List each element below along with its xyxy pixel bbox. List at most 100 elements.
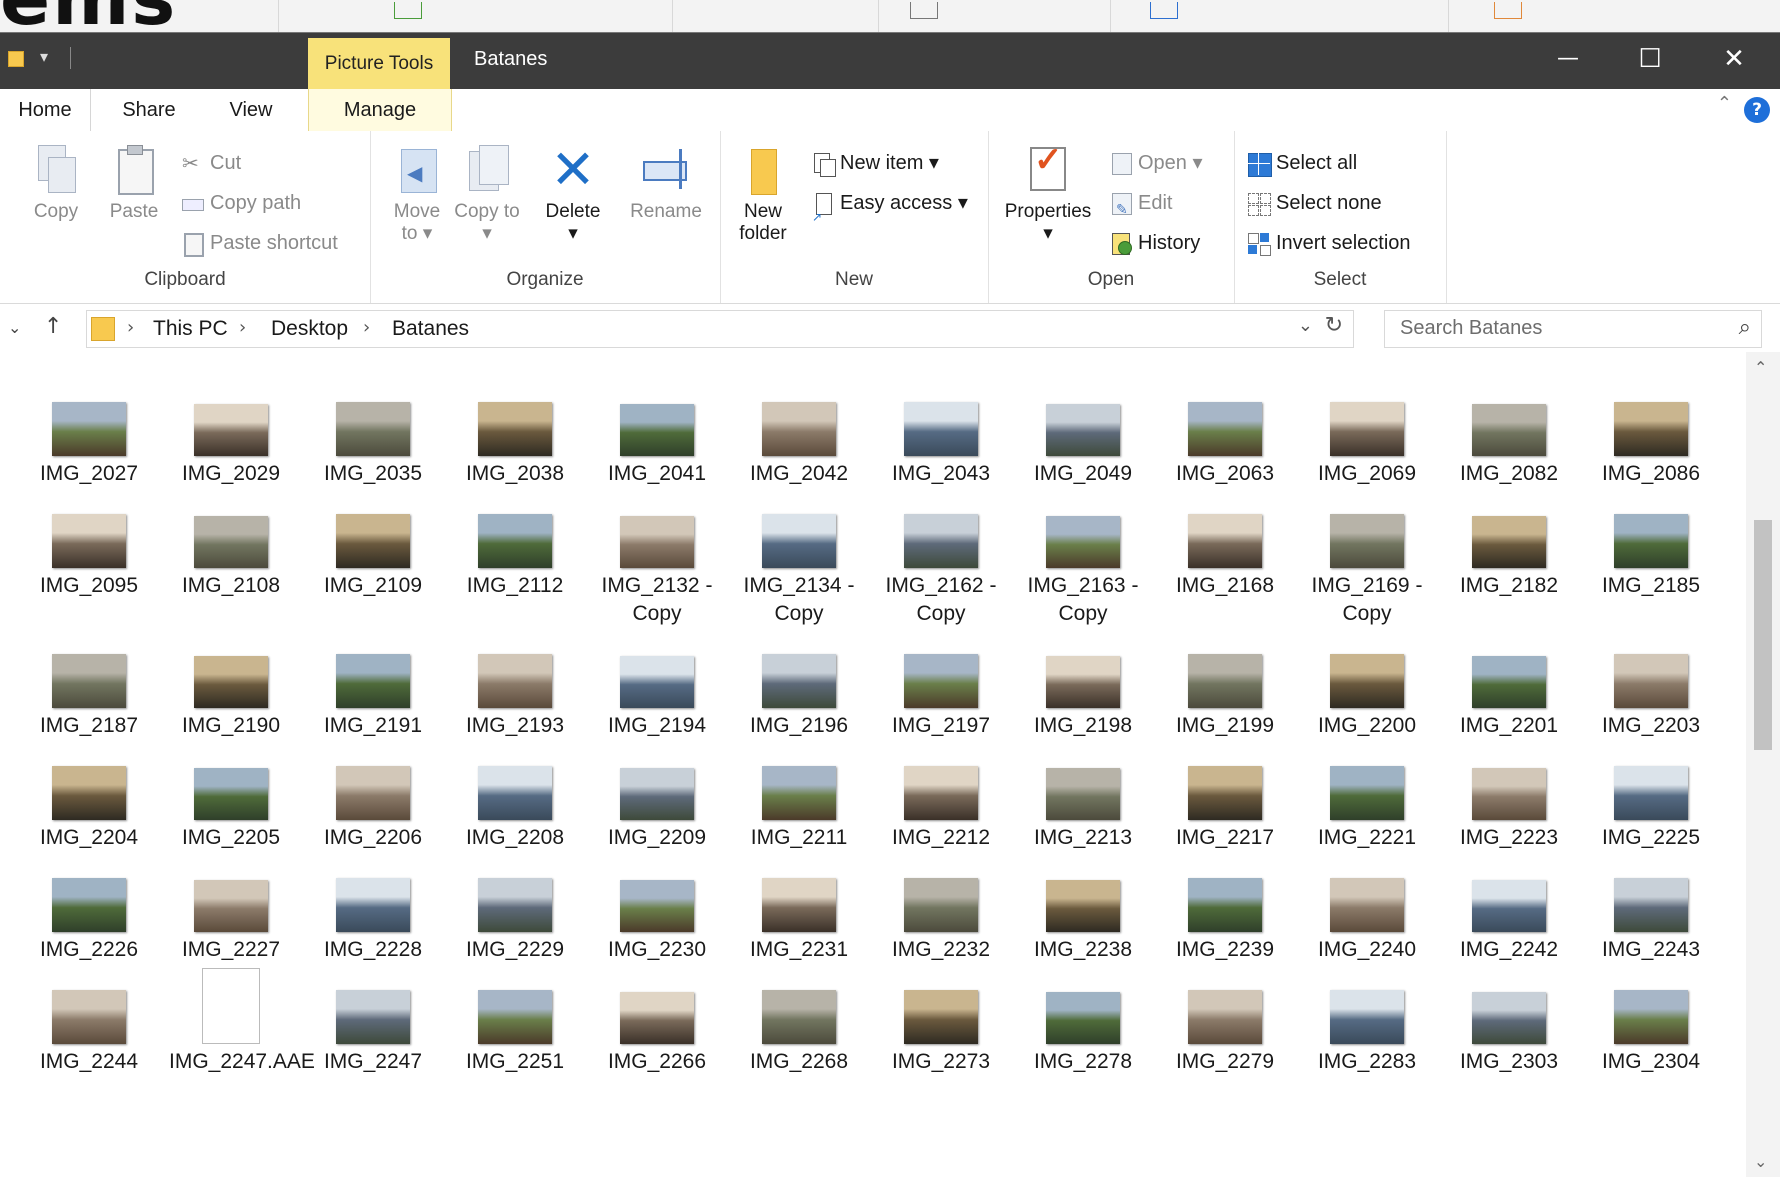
rename-label: Rename <box>630 201 702 222</box>
history-button[interactable]: History <box>1110 229 1200 257</box>
background-divider <box>278 0 279 32</box>
background-divider <box>878 0 879 32</box>
file-thumbnail-frame <box>446 832 584 932</box>
copy-path-button[interactable]: Copy path <box>182 189 301 217</box>
file-name-label: IMG_2278 <box>1033 1050 1133 1073</box>
file-thumbnail-frame <box>1014 720 1152 820</box>
breadcrumb-this-pc[interactable]: This PC <box>153 317 228 341</box>
tab-manage[interactable]: Manage <box>308 89 452 131</box>
file-thumbnail-frame <box>20 468 158 568</box>
breadcrumb-batanes[interactable]: Batanes <box>392 317 469 341</box>
scrollbar-thumb[interactable] <box>1754 520 1772 750</box>
file-name-label: IMG_2182 <box>1459 574 1559 597</box>
clipboard-group-label: Clipboard <box>144 269 226 290</box>
recent-locations-chevron-icon[interactable]: ⌄ <box>8 318 21 337</box>
search-placeholder: Search Batanes <box>1400 317 1543 339</box>
address-dropdown-chevron-icon[interactable]: ⌄ <box>1298 315 1313 336</box>
search-icon[interactable]: ⌕ <box>1739 315 1751 340</box>
file-thumbnail-frame <box>1156 608 1294 708</box>
image-thumbnail <box>762 514 836 568</box>
file-thumbnail-frame <box>872 832 1010 932</box>
help-icon[interactable]: ? <box>1744 97 1770 123</box>
tab-home[interactable]: Home <box>0 89 91 131</box>
easy-access-icon: ↗ <box>812 192 834 224</box>
delete-button[interactable]: ✕ Delete ▾ <box>538 143 608 245</box>
ribbon-group-organize: ◀ Move to ▾ Copy to ▾ ✕ Delete ▾ Rename … <box>370 131 721 303</box>
edit-button[interactable]: ✎ Edit <box>1110 189 1172 217</box>
collapse-ribbon-chevron-icon[interactable]: ⌃ <box>1717 93 1732 114</box>
background-divider <box>672 0 673 32</box>
refresh-icon[interactable]: ↻ <box>1325 313 1343 338</box>
background-icon <box>394 2 422 19</box>
breadcrumb[interactable]: › This PC › Desktop › Batanes ⌄ ↻ <box>86 310 1354 348</box>
easy-access-button[interactable]: ↗ Easy access ▾ <box>812 189 968 224</box>
file-thumbnail-frame <box>304 356 442 456</box>
paste-icon <box>112 145 156 195</box>
maximize-button[interactable]: ☐ <box>1610 33 1690 89</box>
file-thumbnail-frame <box>1014 832 1152 932</box>
image-thumbnail <box>1330 878 1404 932</box>
new-item-button[interactable]: New item ▾ <box>812 149 939 177</box>
paste-shortcut-button[interactable]: Paste shortcut <box>182 229 338 257</box>
file-thumbnail-frame <box>20 356 158 456</box>
copy-to-button[interactable]: Copy to ▾ <box>454 145 520 245</box>
file-thumbnail-frame <box>446 608 584 708</box>
folder-icon[interactable] <box>8 51 24 67</box>
file-thumbnail-frame <box>588 720 726 820</box>
new-folder-button[interactable]: New folder <box>728 145 798 245</box>
cut-button[interactable]: ✂ Cut <box>182 149 241 177</box>
file-name-label: IMG_2266 <box>607 1050 707 1073</box>
scroll-up-icon[interactable]: ⌃ <box>1754 358 1767 377</box>
file-thumbnail-frame <box>446 356 584 456</box>
properties-button[interactable]: ✓ Properties ▾ <box>998 143 1098 245</box>
up-arrow-icon[interactable]: ↑ <box>44 314 62 339</box>
breadcrumb-separator-icon[interactable]: › <box>363 317 370 338</box>
file-name-label: IMG_2283 <box>1317 1050 1417 1073</box>
quick-access-dropdown-icon[interactable]: ▾ <box>40 47 48 66</box>
ribbon-group-select: Select all Select none Invert selection … <box>1234 131 1447 303</box>
new-item-icon <box>812 152 836 177</box>
delete-dropdown-icon[interactable]: ▾ <box>568 223 578 244</box>
image-thumbnail <box>1046 404 1120 456</box>
tab-view[interactable]: View <box>206 89 296 131</box>
tab-share[interactable]: Share <box>104 89 194 131</box>
image-thumbnail <box>1330 654 1404 708</box>
open-button[interactable]: Open ▾ <box>1110 149 1203 177</box>
file-thumbnail-frame <box>1440 944 1578 1044</box>
file-thumbnail-frame <box>1014 608 1152 708</box>
file-thumbnail-frame <box>304 720 442 820</box>
select-group-label: Select <box>1313 269 1367 290</box>
file-thumbnail-frame <box>446 720 584 820</box>
properties-dropdown-icon[interactable]: ▾ <box>1043 223 1053 244</box>
copy-button[interactable]: Copy <box>26 145 86 223</box>
image-thumbnail <box>52 766 126 820</box>
background-icon <box>1150 2 1178 19</box>
breadcrumb-separator-icon[interactable]: › <box>239 317 246 338</box>
file-thumbnail-frame <box>730 832 868 932</box>
ribbon-group-new: New folder New item ▾ ↗ Easy access ▾ New <box>720 131 989 303</box>
breadcrumb-separator-icon[interactable]: › <box>127 317 134 338</box>
file-name-label: IMG_2268 <box>749 1050 849 1073</box>
file-thumbnail-frame <box>1298 720 1436 820</box>
select-all-button[interactable]: Select all <box>1248 149 1357 177</box>
scroll-down-icon[interactable]: ⌄ <box>1754 1152 1767 1171</box>
rename-button[interactable]: Rename <box>626 145 706 223</box>
close-button[interactable]: ✕ <box>1694 33 1774 89</box>
file-thumbnail-frame <box>1298 468 1436 568</box>
file-thumbnail-frame <box>1582 468 1720 568</box>
ribbon: Copy Paste ✂ Cut Copy path Paste shortcut… <box>0 131 1780 304</box>
history-label: History <box>1138 232 1201 254</box>
ribbon-group-clipboard: Copy Paste ✂ Cut Copy path Paste shortcut… <box>0 131 371 303</box>
select-none-button[interactable]: Select none <box>1248 189 1382 217</box>
vertical-scrollbar[interactable]: ⌃ ⌄ <box>1746 352 1780 1177</box>
move-to-button[interactable]: ◀ Move to ▾ <box>384 145 450 245</box>
file-thumbnail-frame <box>872 608 1010 708</box>
breadcrumb-desktop[interactable]: Desktop <box>271 317 348 341</box>
file-thumbnail-frame <box>872 720 1010 820</box>
invert-selection-button[interactable]: Invert selection <box>1248 229 1411 257</box>
paste-button[interactable]: Paste <box>104 145 164 223</box>
image-thumbnail <box>1188 514 1262 568</box>
image-thumbnail <box>52 402 126 456</box>
minimize-button[interactable]: — <box>1528 33 1608 89</box>
search-input[interactable]: Search Batanes ⌕ <box>1384 310 1762 348</box>
